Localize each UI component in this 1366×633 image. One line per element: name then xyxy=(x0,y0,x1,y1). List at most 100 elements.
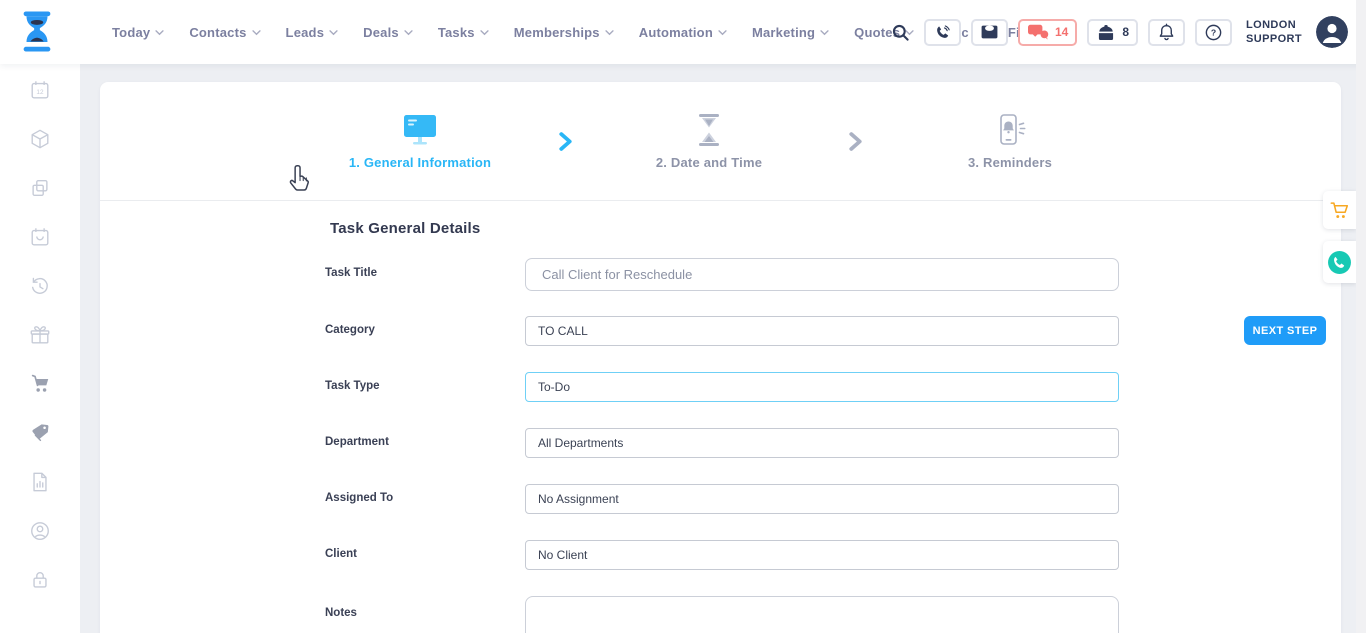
user-avatar[interactable] xyxy=(1316,16,1348,48)
category-label: Category xyxy=(325,324,505,336)
user-name[interactable]: LONDON SUPPORT xyxy=(1246,18,1302,47)
avatar-person-icon xyxy=(1316,16,1348,48)
orders-button[interactable]: 8 xyxy=(1087,19,1138,46)
category-select[interactable]: TO CALL xyxy=(525,316,1119,346)
notifications-button[interactable] xyxy=(1148,19,1185,46)
lock-icon xyxy=(29,569,51,591)
user-circle-icon xyxy=(29,520,51,542)
wizard-step-date-and-time[interactable]: 2. Date and Time xyxy=(594,113,824,170)
nav-item-memberships[interactable]: Memberships xyxy=(514,25,614,40)
messages-button[interactable]: 14 xyxy=(1018,19,1077,46)
phone-circle-icon xyxy=(1327,250,1352,275)
calendar-icon: 12 xyxy=(29,79,51,101)
svg-text:12: 12 xyxy=(36,89,44,96)
nav-item-tasks[interactable]: Tasks xyxy=(438,25,489,40)
section-divider xyxy=(100,200,1341,201)
chevron-down-icon xyxy=(404,30,413,36)
calendar-event-icon xyxy=(29,226,51,248)
nav-item-leads[interactable]: Leads xyxy=(286,25,339,40)
chevron-down-icon xyxy=(718,30,727,36)
wizard-step-label: 1. General Information xyxy=(349,155,491,170)
header-actions: 14 8 ? LONDON SUPPORT xyxy=(891,0,1348,64)
bell-icon xyxy=(1158,23,1175,42)
inbox-icon xyxy=(980,24,999,40)
form-title: Task General Details xyxy=(330,220,480,237)
nav-item-deals[interactable]: Deals xyxy=(363,25,413,40)
help-icon: ? xyxy=(1204,23,1223,42)
shopping-cart-icon xyxy=(29,373,51,395)
next-step-button[interactable]: NEXT STEP xyxy=(1244,316,1326,345)
assigned-to-select[interactable]: No Assignment xyxy=(525,484,1119,514)
sidebar-item-bookings[interactable] xyxy=(29,226,51,248)
messages-badge: 14 xyxy=(1055,25,1068,39)
main-content: 1. General Information 2. Date and Time xyxy=(80,64,1356,633)
search-button[interactable] xyxy=(891,23,910,42)
left-sidebar: 12 xyxy=(0,64,80,633)
cart-icon xyxy=(1329,201,1350,220)
task-wizard-card: 1. General Information 2. Date and Time xyxy=(100,82,1341,633)
copy-icon xyxy=(29,177,51,199)
sidebar-item-duplicates[interactable] xyxy=(29,177,51,199)
wizard-step-general-information[interactable]: 1. General Information xyxy=(305,113,535,170)
svg-text:?: ? xyxy=(1211,27,1216,37)
sidebar-item-calendar[interactable]: 12 xyxy=(29,79,51,101)
basket-icon xyxy=(1096,24,1116,41)
sidebar-item-reports[interactable] xyxy=(29,471,51,493)
task-title-label: Task Title xyxy=(325,267,505,279)
department-label: Department xyxy=(325,436,505,448)
chevron-down-icon xyxy=(329,30,338,36)
client-select[interactable]: No Client xyxy=(525,540,1119,570)
chevron-down-icon xyxy=(820,30,829,36)
wizard-step-reminders[interactable]: 3. Reminders xyxy=(895,113,1125,170)
client-label: Client xyxy=(325,548,505,560)
hourglass-icon xyxy=(694,113,724,147)
sidebar-item-security[interactable] xyxy=(29,569,51,591)
chevron-down-icon xyxy=(252,30,261,36)
app-logo[interactable] xyxy=(16,9,58,59)
department-select[interactable]: All Departments xyxy=(525,428,1119,458)
task-title-input[interactable] xyxy=(525,258,1119,291)
floating-cart-button[interactable] xyxy=(1323,191,1356,229)
sidebar-item-cart[interactable] xyxy=(29,373,51,395)
hourglass-logo-icon xyxy=(16,9,58,54)
nav-item-automation[interactable]: Automation xyxy=(639,25,727,40)
step-separator-1 xyxy=(558,132,573,156)
inbox-button[interactable] xyxy=(971,19,1008,46)
search-icon xyxy=(891,23,910,42)
orders-badge: 8 xyxy=(1122,25,1129,39)
assigned-to-label: Assigned To xyxy=(325,492,505,504)
nav-item-marketing[interactable]: Marketing xyxy=(752,25,829,40)
chevron-right-icon xyxy=(848,132,863,151)
history-clock-icon xyxy=(29,275,51,297)
notes-textarea[interactable] xyxy=(525,596,1119,633)
report-document-icon xyxy=(29,471,51,493)
sidebar-item-products[interactable] xyxy=(29,128,51,150)
nav-item-today[interactable]: Today xyxy=(112,25,164,40)
gift-icon xyxy=(29,324,51,346)
task-type-label: Task Type xyxy=(325,380,505,392)
call-button[interactable] xyxy=(924,19,961,46)
nav-item-contacts[interactable]: Contacts xyxy=(189,25,260,40)
top-header: Today Contacts Leads Deals Tasks Members… xyxy=(0,0,1366,64)
wizard-step-label: 3. Reminders xyxy=(968,155,1052,170)
cube-icon xyxy=(29,128,51,150)
task-type-select[interactable]: To-Do xyxy=(525,372,1119,402)
scrollbar-track xyxy=(1356,0,1366,633)
sidebar-item-users[interactable] xyxy=(29,520,51,542)
help-button[interactable]: ? xyxy=(1195,19,1232,46)
price-tags-icon xyxy=(29,422,51,444)
reminder-bell-icon xyxy=(993,113,1027,147)
chevron-down-icon xyxy=(605,30,614,36)
chevron-down-icon xyxy=(155,30,164,36)
notes-label: Notes xyxy=(325,607,505,619)
chevron-right-icon xyxy=(558,132,573,151)
monitor-icon xyxy=(401,113,439,147)
sidebar-item-tags[interactable] xyxy=(29,422,51,444)
phone-volume-icon xyxy=(934,24,951,41)
sidebar-item-rewards[interactable] xyxy=(29,324,51,346)
sidebar-item-history[interactable] xyxy=(29,275,51,297)
floating-phone-button[interactable] xyxy=(1323,241,1356,283)
step-separator-2 xyxy=(848,132,863,156)
chat-bubbles-icon xyxy=(1027,24,1049,40)
chevron-down-icon xyxy=(480,30,489,36)
